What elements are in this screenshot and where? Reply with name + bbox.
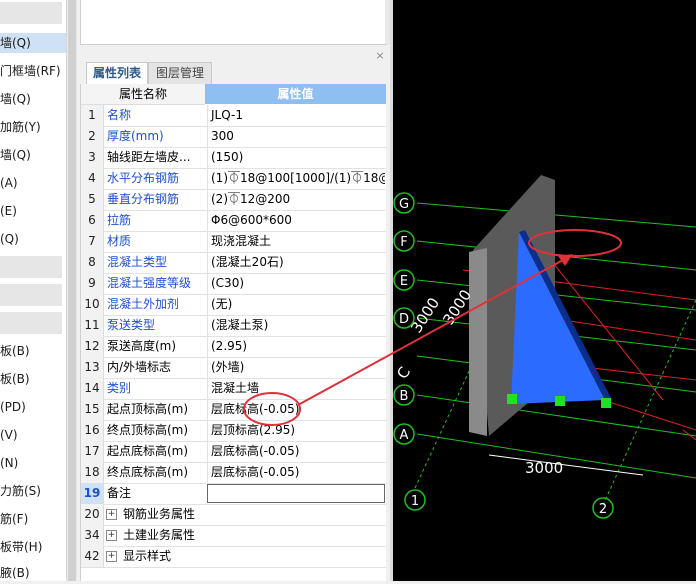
annotation-arrowhead — [558, 254, 573, 266]
annotation-arrow-line — [297, 259, 564, 406]
annotation-ellipse-value — [243, 392, 301, 426]
annotation-overlay — [243, 254, 573, 426]
